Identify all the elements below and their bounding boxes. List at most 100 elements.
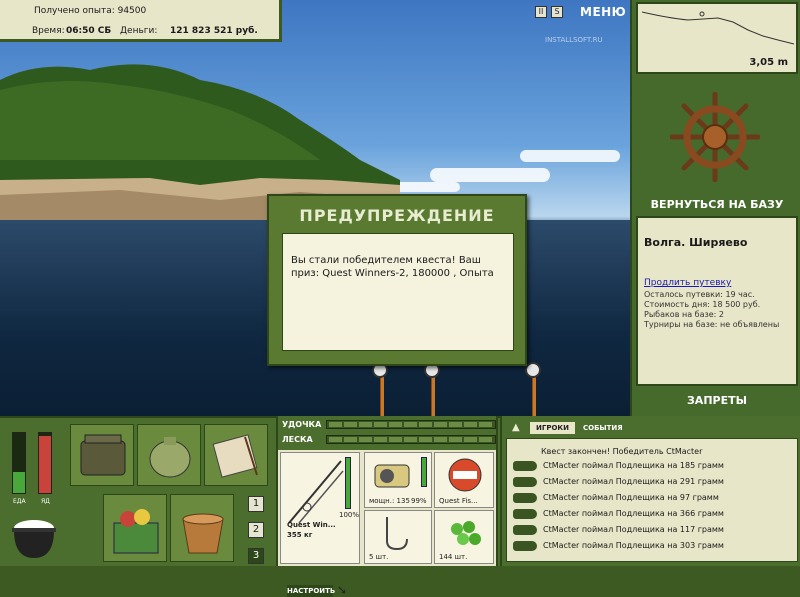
event-text: CtMacter поймал Подлещика на 97 грамм [543, 493, 719, 502]
notes-slot[interactable] [204, 424, 268, 486]
hook-count: 5 шт. [369, 553, 389, 561]
arrow-icon: ➘ [337, 583, 348, 597]
menu-button[interactable]: МЕНЮ [580, 2, 626, 22]
dialog-title: ПРЕДУПРЕЖДЕНИЕ [299, 206, 495, 225]
basket-slot[interactable] [103, 494, 167, 562]
tab-players[interactable]: ИГРОКИ [530, 422, 575, 434]
money-value: 121 823 521 руб. [170, 26, 258, 36]
hook-icon [386, 517, 408, 551]
depth-chart: 3,05 m [636, 2, 798, 74]
poison-gauge [38, 432, 52, 494]
rod-tension-bar [326, 420, 496, 429]
rod-slot-button-2[interactable]: 2 [248, 522, 264, 538]
settings-icon[interactable]: S [551, 6, 563, 18]
tackle-panel: УДОЧКА ЛЕСКА 100% Quest Win... 355 кг НА… [276, 416, 498, 597]
rod-level-bar [345, 457, 351, 509]
watermark: INSTALLSOFT.RU [545, 36, 603, 44]
cauldron-icon[interactable] [8, 514, 60, 562]
poison-gauge-fill [39, 436, 51, 493]
list-item: CtMacter поймал Подлещика на 303 грамм [511, 539, 795, 553]
fishing-rod-3[interactable] [532, 372, 536, 416]
event-text: CtMacter поймал Подлещика на 291 грамм [543, 477, 724, 486]
reel-power: мощн.: 135 [369, 497, 410, 505]
tournaments-status: Турниры на базе: не объявлены [644, 320, 780, 329]
lure-icon [448, 458, 482, 492]
reel-percent: 99% [411, 497, 427, 505]
bait-count: 144 шт. [439, 553, 468, 561]
list-item: CtMacter поймал Подлещика на 366 грамм [511, 507, 795, 521]
quest-finished-message: Квест закончен! Победитель CtMacter [541, 447, 703, 456]
fish-icon [513, 525, 537, 535]
permit-remaining: Осталось путевки: 19 час. [644, 290, 755, 299]
experience-label: Получено опыта: 94500 [34, 6, 147, 16]
list-item: CtMacter поймал Подлещика на 97 грамм [511, 491, 795, 505]
warning-dialog[interactable]: ПРЕДУПРЕЖДЕНИЕ Вы стали победителем квес… [267, 194, 527, 366]
setup-button[interactable]: НАСТРОИТЬ [287, 585, 335, 597]
base-info-panel: Волга. Ширяево Продлить путевку Осталось… [636, 216, 798, 386]
extend-permit-link[interactable]: Продлить путевку [644, 278, 731, 288]
lure-name: Quest Fis... [439, 497, 478, 505]
fish-icon [513, 541, 537, 551]
base-name: Волга. Ширяево [644, 236, 748, 249]
fishers-count: Рыбаков на базе: 2 [644, 310, 724, 319]
tab-events[interactable]: СОБЫТИЯ [577, 422, 629, 434]
day-cost: Стоимость дня: 18 500 руб. [644, 300, 761, 309]
line-tension-bar [326, 435, 496, 444]
rod-weight: 355 кг [287, 531, 313, 539]
top-icons: II S [535, 3, 563, 21]
reel-level-bar [421, 457, 427, 487]
bait-slot[interactable]: 144 шт. [434, 510, 494, 564]
event-text: CtMacter поймал Подлещика на 366 грамм [543, 509, 724, 518]
fishing-rod-1[interactable] [380, 372, 384, 416]
fishing-rod-2[interactable] [431, 372, 435, 416]
events-list: Квест закончен! Победитель CtMacter CtMa… [506, 438, 798, 562]
rod-icon [288, 460, 344, 524]
fish-icon [513, 509, 537, 519]
reel-icon [374, 464, 410, 488]
dialog-message: Вы стали победителем квеста! Ваш приз: Q… [282, 233, 514, 351]
time-label: Время: [32, 26, 65, 36]
tackle-box-icon [80, 434, 126, 476]
rod-name: Quest Win... [287, 521, 336, 529]
reel-icon[interactable] [525, 362, 541, 378]
depth-value: 3,05 m [749, 57, 788, 68]
bans-button[interactable]: ЗАПРЕТЫ [632, 394, 800, 407]
food-label: ЕДА [13, 498, 26, 505]
cloud [430, 168, 550, 182]
event-text: CtMacter поймал Подлещика на 185 грамм [543, 461, 724, 470]
rod-slot-button-1[interactable]: 1 [248, 496, 264, 512]
event-text: CtMacter поймал Подлещика на 303 грамм [543, 541, 724, 550]
bait-bag-slot[interactable] [137, 424, 201, 486]
rod-percent: 100% [339, 511, 360, 519]
list-item: CtMacter поймал Подлещика на 291 грамм [511, 475, 795, 489]
hook-slot[interactable]: 5 шт. [364, 510, 432, 564]
events-tabs: ИГРОКИ СОБЫТИЯ [530, 422, 629, 434]
fish-icon [513, 461, 537, 471]
lure-slot[interactable]: Quest Fis... [434, 452, 494, 508]
food-gauge [12, 432, 26, 494]
right-panel: 3,05 m ВЕРНУТЬСЯ НА БАЗУ Волга. Ширяево … [630, 0, 800, 416]
events-panel: ▲ ИГРОКИ СОБЫТИЯ Квест закончен! Победит… [500, 416, 800, 566]
ship-wheel-icon[interactable] [670, 92, 760, 182]
player-info: Получено опыта: 94500 Время: 06:50 СБ Де… [0, 0, 282, 42]
rod-slot[interactable]: 100% Quest Win... 355 кг НАСТРОИТЬ ➘ [280, 452, 360, 597]
poison-label: ЯД [41, 498, 50, 505]
cloud [520, 150, 620, 162]
rod-slot-button-3[interactable]: 3 [248, 548, 264, 564]
basket-icon [113, 509, 159, 554]
fish-icon [513, 493, 537, 503]
line-label: ЛЕСКА [282, 435, 313, 444]
peas-icon [451, 521, 481, 545]
event-text: CtMacter поймал Подлещика на 117 грамм [543, 525, 724, 534]
bucket-slot[interactable] [170, 494, 234, 562]
time-value: 06:50 СБ [66, 26, 112, 36]
tackle-box-slot[interactable] [70, 424, 134, 486]
return-to-base-button[interactable]: ВЕРНУТЬСЯ НА БАЗУ [632, 198, 800, 211]
reel-slot[interactable]: мощн.: 135 99% [364, 452, 432, 508]
bag-icon [149, 437, 191, 478]
money-label: Деньги: [120, 26, 158, 36]
rod-label: УДОЧКА [282, 420, 322, 429]
notes-icon [212, 434, 258, 478]
bucket-icon [182, 513, 224, 554]
pause-icon[interactable]: II [535, 6, 547, 18]
